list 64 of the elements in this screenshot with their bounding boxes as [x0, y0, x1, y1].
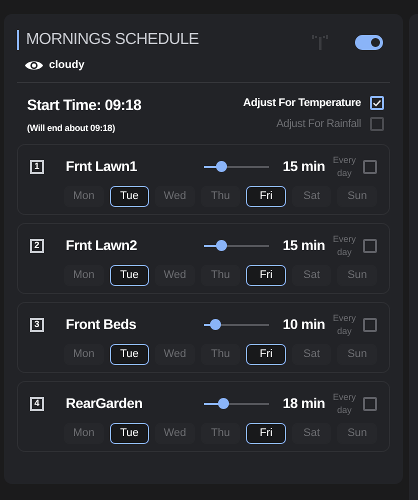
schedule-toggle[interactable] — [355, 34, 383, 50]
day-toggle[interactable]: Mon — [64, 422, 104, 444]
day-toggle[interactable]: Sat — [292, 186, 332, 206]
zone-name: Frnt Lawn1 — [66, 157, 138, 176]
duration-slider[interactable] — [204, 398, 269, 410]
day-toggle[interactable]: Thu — [200, 264, 240, 286]
day-toggle[interactable]: Sat — [292, 264, 332, 286]
every-day-label: Every day — [332, 312, 357, 338]
day-toggle[interactable]: Fri — [246, 264, 286, 286]
duration-slider[interactable] — [204, 318, 269, 330]
day-toggle[interactable]: Fri — [246, 422, 286, 444]
zone-number: 1 — [30, 160, 44, 174]
zone-number: 2 — [30, 238, 44, 252]
weather-label: cloudy — [49, 58, 84, 73]
day-toggle[interactable]: Mon — [64, 264, 104, 286]
duration-value: 15 min — [282, 236, 326, 255]
checkbox[interactable] — [363, 318, 377, 332]
day-toggle[interactable]: Fri — [246, 344, 286, 364]
day-toggle[interactable]: Thu — [200, 422, 240, 444]
accent-bar — [17, 30, 19, 50]
zone-name: Frnt Lawn2 — [66, 236, 138, 255]
zone-name: Front Beds — [66, 315, 138, 334]
option-label: Adjust For Rainfall — [276, 117, 361, 132]
day-toggle[interactable]: Wed — [155, 344, 195, 364]
day-toggle[interactable]: Sun — [337, 422, 378, 444]
every-day-label: Every day — [332, 154, 357, 180]
day-toggle[interactable]: Sat — [292, 344, 332, 364]
day-toggle[interactable]: Wed — [155, 186, 195, 206]
day-toggle[interactable]: Tue — [110, 422, 150, 444]
every-day-label: Every day — [332, 232, 357, 258]
day-toggle[interactable]: Sun — [337, 264, 378, 286]
day-toggle[interactable]: Sat — [292, 422, 332, 444]
day-toggle[interactable]: Sun — [337, 344, 378, 364]
duration-value: 15 min — [282, 157, 326, 176]
day-toggle[interactable]: Tue — [110, 186, 150, 206]
day-toggle[interactable]: Wed — [155, 264, 195, 286]
zone-name: RearGarden — [66, 394, 144, 413]
zone-number: 4 — [30, 396, 44, 410]
check-icon — [372, 98, 382, 108]
zone-number: 3 — [30, 318, 44, 332]
duration-value: 10 min — [282, 315, 326, 334]
end-note: (Will end about 09:18) — [27, 122, 116, 135]
every-day-label: Every day — [332, 390, 357, 416]
day-toggle[interactable]: Fri — [246, 186, 286, 206]
day-toggle[interactable]: Tue — [110, 344, 150, 364]
option-label: Adjust For Temperature — [243, 96, 361, 110]
day-toggle[interactable]: Thu — [200, 344, 240, 364]
day-toggle[interactable]: Tue — [110, 264, 150, 286]
antenna-icon — [311, 34, 329, 50]
day-toggle[interactable]: Thu — [200, 186, 240, 206]
day-toggle[interactable]: Wed — [155, 422, 195, 444]
day-toggle[interactable]: Mon — [64, 344, 104, 364]
duration-slider[interactable] — [204, 160, 269, 172]
checkbox[interactable] — [363, 238, 377, 252]
day-toggle[interactable]: Mon — [64, 186, 104, 206]
checkbox[interactable] — [363, 396, 377, 410]
schedule-title: MORNINGS SCHEDULE — [26, 30, 199, 50]
duration-slider[interactable] — [204, 240, 269, 252]
start-time: Start Time: 09:18 — [27, 96, 142, 116]
duration-value: 18 min — [282, 394, 326, 413]
checkbox[interactable] — [370, 96, 384, 110]
checkbox[interactable] — [363, 160, 377, 174]
day-toggle[interactable]: Sun — [337, 186, 378, 206]
eye-icon — [24, 58, 44, 72]
